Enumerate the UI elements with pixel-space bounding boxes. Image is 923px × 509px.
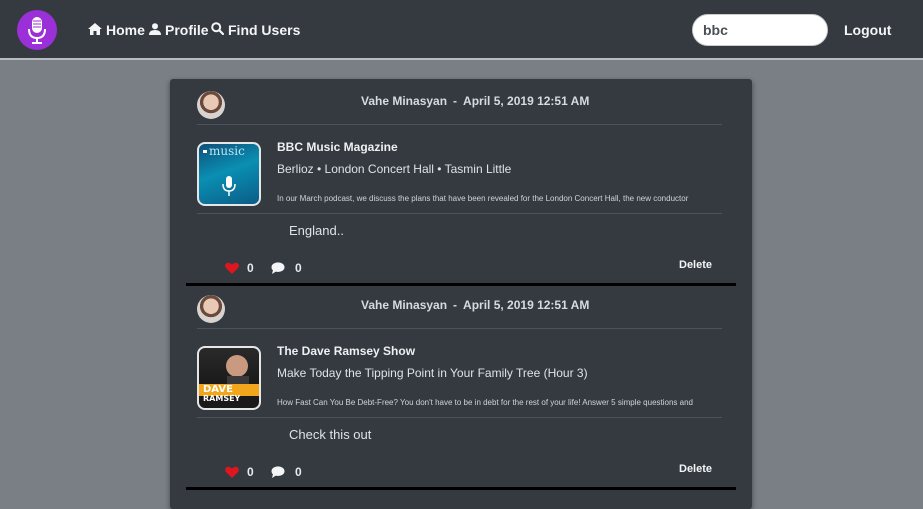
cover-text: music [209, 144, 245, 158]
episode-description: In our March podcast, we discuss the pla… [277, 194, 689, 203]
podcast-cover-image[interactable]: DAVE RAMSEY [197, 346, 261, 410]
nav-find-users-label: Find Users [228, 22, 301, 38]
post-author[interactable]: Vahe Minasyan [361, 298, 447, 312]
nav-find-users-link[interactable]: Find Users [211, 20, 300, 40]
delete-button[interactable]: Delete [679, 259, 712, 271]
episode-description: How Fast Can You Be Debt-Free? You don't… [277, 398, 693, 407]
episode-title: Make Today the Tipping Point in Your Fam… [277, 366, 588, 380]
like-button[interactable]: 0 [225, 261, 254, 275]
meta-separator: - [453, 94, 458, 108]
avatar[interactable] [197, 91, 225, 119]
comment-button[interactable]: 0 [271, 465, 302, 479]
microphone-logo-icon[interactable] [17, 10, 57, 50]
post-header: Vahe Minasyan - April 5, 2019 12:51 AM [170, 79, 752, 125]
search-icon [211, 20, 225, 40]
post-text: England.. [289, 223, 344, 238]
podcast-cover-image[interactable]: music [197, 142, 261, 206]
divider [197, 328, 722, 329]
post-header: Vahe Minasyan - April 5, 2019 12:51 AM [170, 283, 752, 329]
divider [197, 417, 722, 418]
home-icon [88, 20, 102, 40]
post-separator [186, 487, 736, 490]
comment-icon [271, 262, 285, 274]
user-icon [149, 20, 161, 40]
divider [197, 213, 722, 214]
nav-home-link[interactable]: Home [88, 20, 145, 40]
post-timestamp: April 5, 2019 12:51 AM [463, 298, 590, 312]
delete-button[interactable]: Delete [679, 463, 712, 475]
podcast-title[interactable]: BBC Music Magazine [277, 140, 398, 154]
cover-text: RAMSEY [203, 394, 241, 403]
like-count: 0 [247, 261, 254, 275]
heart-icon [225, 466, 239, 478]
post-card: Vahe Minasyan - April 5, 2019 12:51 AM DAV… [170, 283, 752, 487]
like-count: 0 [247, 465, 254, 479]
top-navbar: Home Profile Find Users Logout [0, 0, 923, 60]
nav-home-label: Home [106, 22, 145, 38]
post-meta: Vahe Minasyan - April 5, 2019 12:51 AM [361, 298, 589, 312]
nav-profile-label: Profile [165, 22, 209, 38]
heart-icon [225, 262, 239, 274]
podcast-title[interactable]: The Dave Ramsey Show [277, 344, 415, 358]
post-timestamp: April 5, 2019 12:51 AM [463, 94, 590, 108]
divider [197, 124, 722, 125]
nav-profile-link[interactable]: Profile [149, 20, 209, 40]
search-input[interactable] [692, 14, 828, 46]
post-card: Vahe Minasyan - April 5, 2019 12:51 AM mus… [170, 79, 752, 283]
comment-count: 0 [295, 465, 302, 479]
episode-title: Berlioz • London Concert Hall • Tasmin L… [277, 162, 512, 176]
like-button[interactable]: 0 [225, 465, 254, 479]
comment-count: 0 [295, 261, 302, 275]
post-author[interactable]: Vahe Minasyan [361, 94, 447, 108]
avatar[interactable] [197, 295, 225, 323]
comment-icon [271, 466, 285, 478]
logout-button[interactable]: Logout [844, 20, 891, 40]
post-meta: Vahe Minasyan - April 5, 2019 12:51 AM [361, 94, 589, 108]
feed-panel: Vahe Minasyan - April 5, 2019 12:51 AM mus… [170, 79, 752, 509]
post-text: Check this out [289, 427, 372, 442]
comment-button[interactable]: 0 [271, 261, 302, 275]
post-actions: 0 0 Delete [170, 463, 752, 483]
meta-separator: - [453, 298, 458, 312]
post-actions: 0 0 Delete [170, 259, 752, 279]
